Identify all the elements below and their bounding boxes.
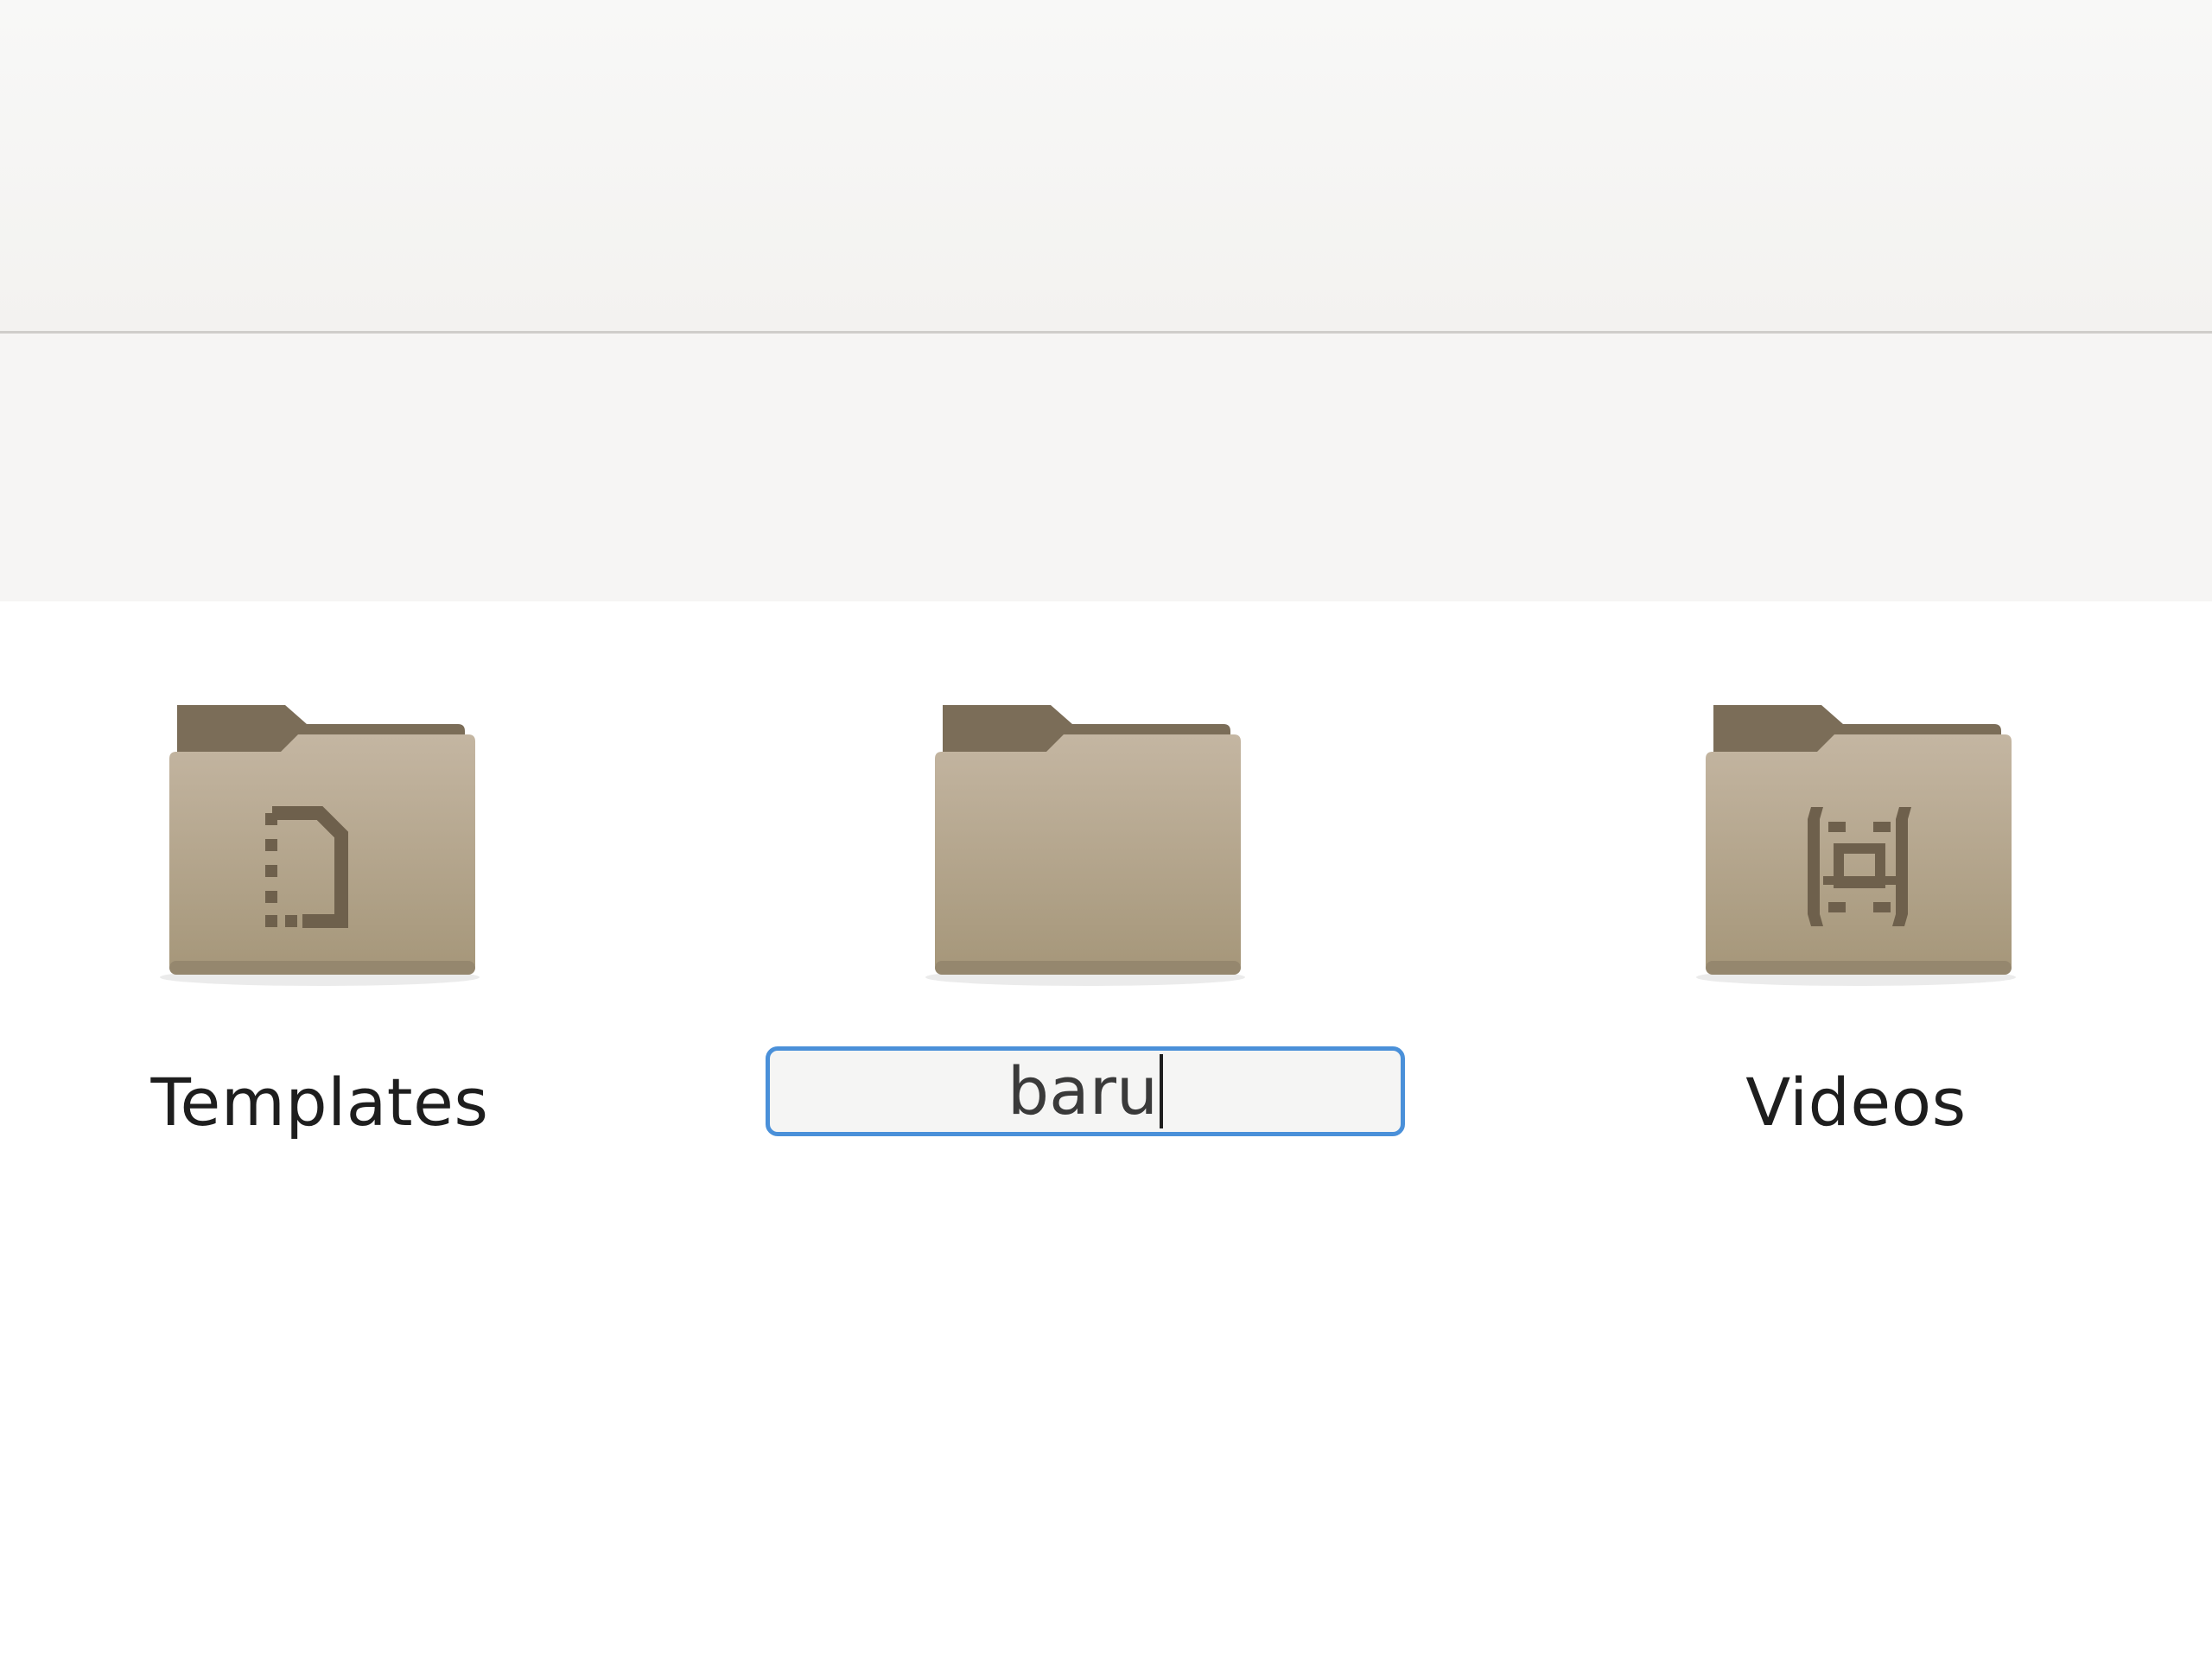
folder-item-baru[interactable]: baru bbox=[766, 705, 1405, 1154]
window-header bbox=[0, 0, 2212, 334]
rename-input-text: baru bbox=[1007, 1052, 1159, 1129]
toolbar-area bbox=[0, 334, 2212, 601]
icon-view[interactable]: Templates baru Videos bbox=[0, 601, 2212, 1659]
videos-folder-icon bbox=[1696, 705, 2016, 986]
rename-input[interactable]: baru bbox=[766, 1046, 1405, 1136]
folder-item-videos[interactable]: Videos bbox=[1631, 705, 2081, 1154]
folder-label: Videos bbox=[1745, 1064, 1967, 1141]
templates-folder-icon bbox=[160, 705, 480, 986]
folder-icon bbox=[925, 705, 1245, 986]
folder-item-templates[interactable]: Templates bbox=[95, 705, 544, 1154]
folder-label: Templates bbox=[150, 1064, 489, 1141]
text-caret bbox=[1160, 1054, 1164, 1128]
